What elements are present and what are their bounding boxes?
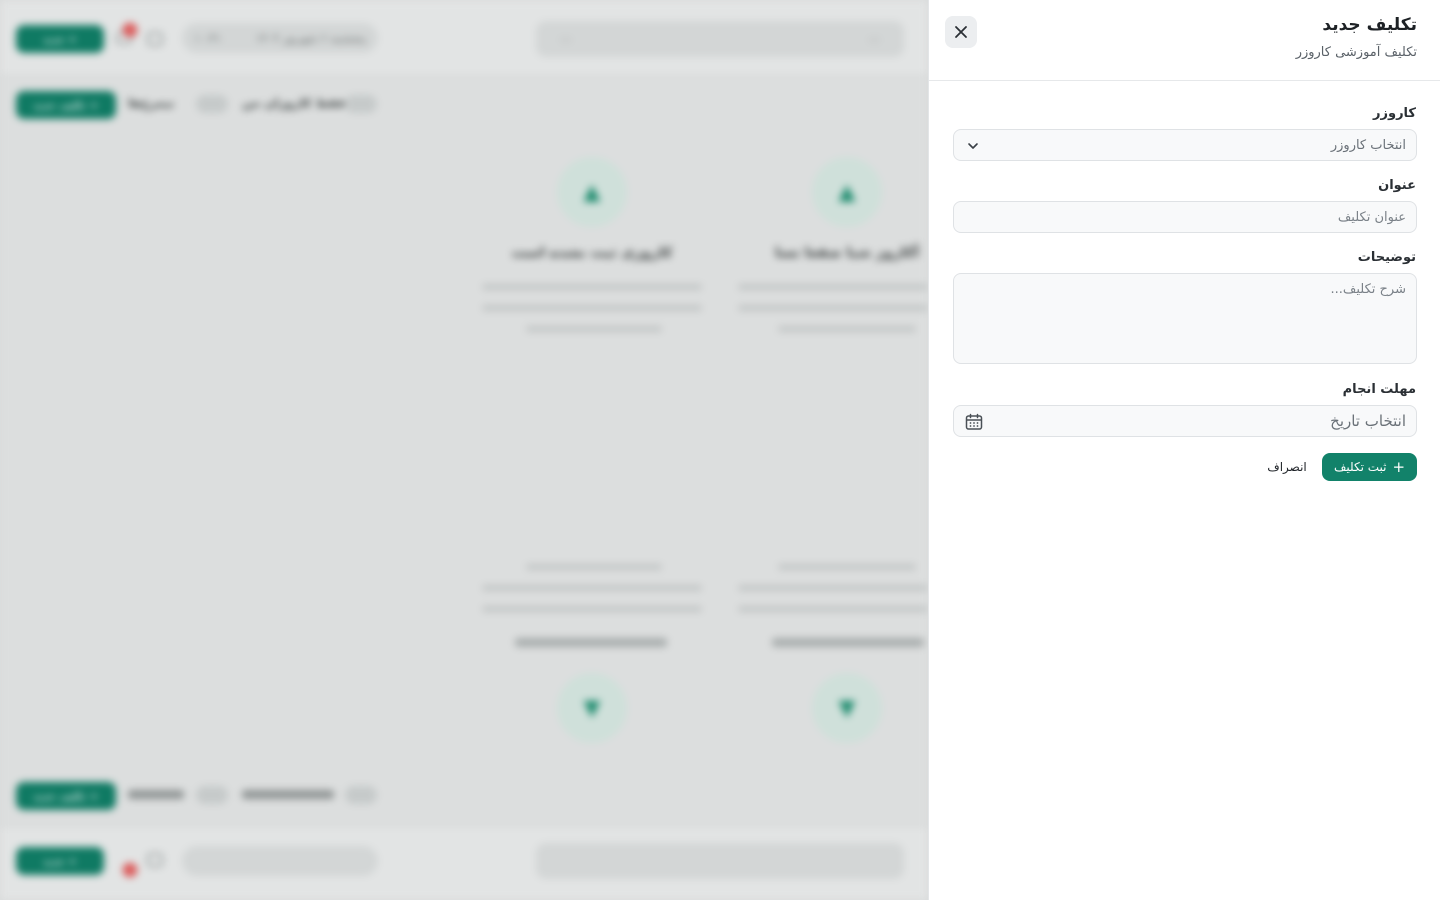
submit-assignment-button[interactable]: + ثبت تکلیف — [1322, 453, 1417, 481]
background-card-line — [738, 585, 928, 591]
background-card-line — [482, 305, 702, 311]
plus-icon: + — [1392, 457, 1406, 476]
close-button[interactable] — [945, 16, 977, 48]
background-card-line — [738, 305, 928, 311]
background-card-line — [482, 606, 702, 612]
drawer-title: تکلیف جدید — [1322, 15, 1417, 35]
background-date: پنجشنبه ۶ شهریور ۱۴۰۴ — [255, 31, 366, 45]
drawer-subtitle: تکلیف آموزشی کاروزر — [1295, 45, 1417, 60]
background-card-icon: ▼ — [557, 673, 627, 743]
deadline-value: انتخاب تاریخ — [1330, 412, 1406, 430]
background-card-icon: ▼ — [812, 673, 882, 743]
background-label-mirror — [128, 790, 184, 799]
background-card-title-mirror — [515, 638, 667, 647]
background-archive-toggle — [196, 95, 228, 113]
chevron-down-icon — [968, 143, 978, 149]
background-new-assignment-button: + تکلیف جدید — [16, 91, 116, 119]
background-card-title: کاروزی ثبت نشده است — [511, 245, 673, 261]
worker-select-value: انتخاب کاروزر — [1330, 137, 1406, 153]
background-card-icon: ▲ — [812, 157, 882, 227]
background-search-right: ۰:۰ — [866, 32, 882, 46]
worker-label: کاروزر — [1373, 106, 1416, 121]
background-time: ۱۰:۳۱ — [194, 31, 222, 45]
background-card-title: آکاروز شبا ضقعا تسا — [775, 245, 919, 261]
new-assignment-drawer: تکلیف جدید تکلیف آموزشی کاروزر کاروزر ان… — [928, 0, 1440, 900]
background-search-left: ۰:۰ — [558, 32, 574, 46]
background-card-line — [526, 326, 662, 332]
background-new-button: + جدید — [16, 25, 104, 53]
title-label: عنوان — [1378, 178, 1416, 193]
background-card-line — [526, 564, 662, 570]
background-card-line — [482, 585, 702, 591]
title-input[interactable] — [953, 201, 1417, 233]
description-textarea[interactable] — [953, 273, 1417, 364]
background-card-line — [778, 564, 916, 570]
background-bottom-toolbar-button: + تکلیف جدید — [16, 782, 116, 810]
background-notification-badge: 3 — [123, 863, 137, 877]
cancel-button[interactable]: انصراف — [1257, 453, 1317, 481]
background-card-line — [482, 284, 702, 290]
background-bottom-new-button: + جدید — [16, 847, 104, 875]
deadline-date-picker[interactable]: انتخاب تاریخ — [953, 405, 1417, 437]
description-label: توضیحات — [1357, 250, 1416, 265]
deadline-label: مهلت انجام — [1342, 382, 1416, 397]
background-search: ۰:۰ ۰:۰ — [536, 21, 904, 57]
submit-assignment-label: ثبت تکلیف — [1333, 460, 1387, 474]
background-card-icon: ▲ — [557, 157, 627, 227]
calendar-icon[interactable] — [964, 412, 984, 432]
background-card-line — [778, 326, 916, 332]
background-toggle — [196, 786, 228, 804]
background-mine-label: فقط کاروزان من — [242, 96, 346, 110]
drawer-header: تکلیف جدید تکلیف آموزشی کاروزر — [929, 0, 1440, 81]
close-icon — [955, 26, 967, 38]
background-mine-toggle — [345, 95, 377, 113]
background-notification-badge: 3 — [123, 23, 137, 37]
background-date-pill: پنجشنبه ۶ شهریور ۱۴۰۴ ۱۰:۳۱ — [182, 23, 378, 53]
background-card-line — [738, 284, 928, 290]
background-toggle — [345, 786, 377, 804]
worker-select[interactable]: انتخاب کاروزر — [953, 129, 1417, 161]
background-card-title-mirror — [772, 638, 924, 647]
background-card-line — [738, 606, 928, 612]
background-inbox-icon — [147, 853, 163, 867]
background-app: + جدید 3 پنجشنبه ۶ شهریور ۱۴۰۴ ۱۰:۳۱ ۰:۰… — [0, 0, 928, 900]
background-date-pill — [182, 846, 378, 876]
background-label-mirror — [242, 790, 334, 799]
background-archive-label: نیمرخ‌ها — [128, 96, 175, 110]
background-inbox-icon — [147, 32, 163, 46]
background-search — [536, 843, 904, 879]
